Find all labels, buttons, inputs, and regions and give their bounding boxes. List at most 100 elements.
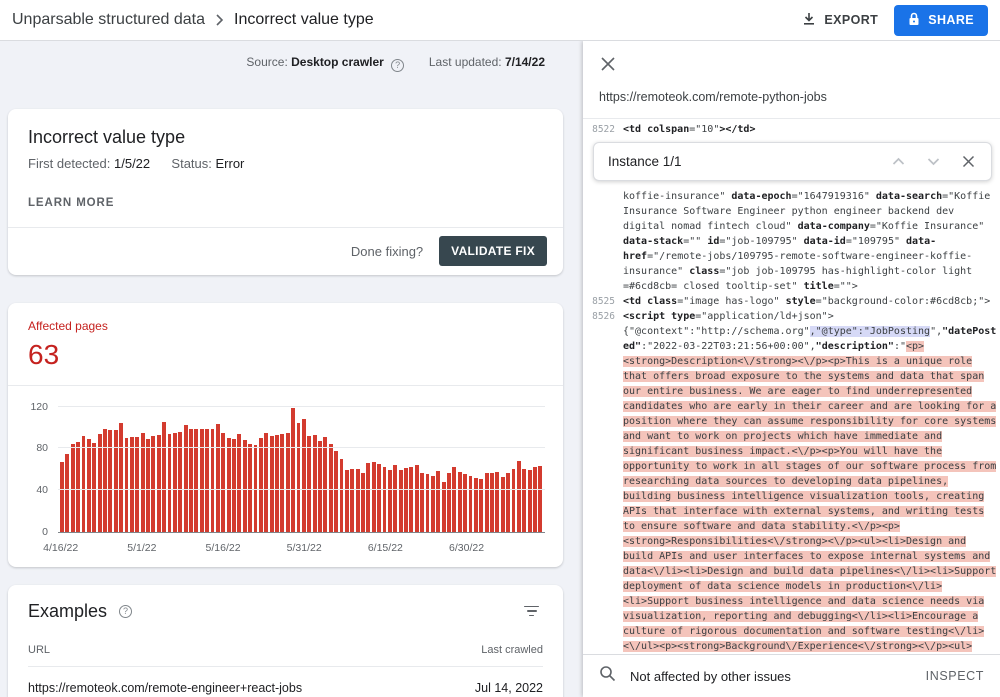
chart-bar bbox=[162, 422, 166, 531]
chart-plot-area: 040801204/16/225/1/225/16/225/31/226/15/… bbox=[58, 408, 545, 533]
inspect-button[interactable]: INSPECT bbox=[926, 669, 984, 683]
first-detected-value: 1/5/22 bbox=[114, 156, 150, 171]
close-panel-button[interactable] bbox=[598, 55, 618, 75]
help-icon[interactable]: ? bbox=[391, 59, 404, 72]
chart-bar bbox=[533, 467, 537, 532]
top-header: Unparsable structured data Incorrect val… bbox=[0, 0, 1000, 41]
affected-pages-label: Affected pages bbox=[28, 319, 543, 333]
chart-bar bbox=[345, 470, 349, 531]
issue-title: Incorrect value type bbox=[28, 127, 543, 148]
chart-bar bbox=[501, 477, 505, 531]
table-row[interactable]: https://remoteok.com/remote-engineer+rea… bbox=[28, 667, 543, 697]
search-icon bbox=[599, 665, 616, 687]
breadcrumb: Unparsable structured data Incorrect val… bbox=[12, 11, 374, 29]
url-inspection-panel: https://remoteok.com/remote-python-jobs … bbox=[583, 41, 1000, 697]
line-number: 8525 bbox=[589, 294, 623, 309]
chart-bar bbox=[92, 443, 96, 532]
chart-bar bbox=[366, 463, 370, 532]
chart-bar bbox=[108, 430, 112, 531]
chart-bar bbox=[194, 429, 198, 531]
chart-bar bbox=[506, 473, 510, 531]
chart-bar bbox=[388, 470, 392, 531]
learn-more-link[interactable]: LEARN MORE bbox=[28, 197, 114, 209]
chart-bar bbox=[356, 469, 360, 532]
report-meta: Source: Desktop crawler ? Last updated: … bbox=[0, 55, 545, 72]
chart-bar bbox=[125, 438, 129, 532]
issue-detail-card: Incorrect value type First detected: 1/5… bbox=[8, 109, 563, 275]
source-value: Desktop crawler bbox=[291, 55, 384, 69]
x-axis-tick-label: 5/16/22 bbox=[206, 542, 241, 554]
chart-bar bbox=[474, 478, 478, 531]
instance-counter: Instance 1/1 bbox=[608, 154, 682, 169]
source-code-viewer[interactable]: 8522<td colspan="10"></td> Instance 1/1 … bbox=[583, 119, 1000, 654]
next-instance-button[interactable] bbox=[925, 155, 942, 168]
panel-footer: Not affected by other issues INSPECT bbox=[583, 654, 1000, 697]
x-axis-tick-label: 5/1/22 bbox=[127, 542, 156, 554]
previous-instance-button[interactable] bbox=[890, 155, 907, 168]
chart-bar bbox=[297, 423, 301, 531]
chart-bar bbox=[522, 469, 526, 532]
y-axis-tick-label: 120 bbox=[14, 401, 48, 413]
filter-icon[interactable] bbox=[520, 602, 543, 621]
export-label: EXPORT bbox=[824, 13, 878, 27]
export-button[interactable]: EXPORT bbox=[802, 12, 878, 29]
chart-bar bbox=[227, 438, 231, 532]
last-updated-label: Last updated: bbox=[429, 55, 502, 69]
code-line: 8526<script type="application/ld+json"> bbox=[589, 309, 1000, 324]
chart-bar bbox=[426, 474, 430, 531]
issue-subtitle: First detected: 1/5/22 Status: Error bbox=[28, 156, 543, 171]
chart-bar bbox=[119, 423, 123, 531]
x-axis-tick-label: 5/31/22 bbox=[287, 542, 322, 554]
chart-bar bbox=[463, 474, 467, 531]
chart-bar bbox=[458, 472, 462, 531]
close-instance-finder-button[interactable] bbox=[960, 153, 977, 170]
chart-bar bbox=[495, 472, 499, 531]
chart-bar bbox=[232, 439, 236, 532]
chart-bar bbox=[184, 425, 188, 531]
help-icon[interactable]: ? bbox=[119, 605, 132, 618]
last-updated-value: 7/14/22 bbox=[505, 55, 545, 69]
y-axis-tick-label: 40 bbox=[14, 484, 48, 496]
status-label: Status: bbox=[171, 156, 211, 171]
chart-bar bbox=[436, 471, 440, 531]
chart-bar bbox=[146, 439, 150, 532]
share-label: SHARE bbox=[928, 13, 974, 27]
chart-bar bbox=[323, 437, 327, 532]
validate-fix-button[interactable]: VALIDATE FIX bbox=[439, 236, 547, 266]
examples-card: Examples ? URL Last crawled https://remo… bbox=[8, 585, 563, 697]
chart-bar bbox=[377, 464, 381, 532]
source-label: Source: bbox=[246, 55, 287, 69]
chart-bar bbox=[87, 439, 91, 532]
breadcrumb-parent-link[interactable]: Unparsable structured data bbox=[12, 11, 205, 29]
chart-bar bbox=[517, 461, 521, 532]
page-title: Incorrect value type bbox=[234, 11, 374, 29]
line-number bbox=[589, 324, 623, 654]
chart-bar bbox=[248, 444, 252, 532]
status-value: Error bbox=[216, 156, 245, 171]
examples-title: Examples bbox=[28, 601, 107, 622]
chart-bar bbox=[307, 436, 311, 532]
chart-bar bbox=[420, 473, 424, 531]
share-button[interactable]: SHARE bbox=[894, 5, 988, 36]
header-actions: EXPORT SHARE bbox=[802, 5, 988, 36]
chart-bar bbox=[383, 467, 387, 532]
chart-bar bbox=[361, 473, 365, 531]
x-axis-tick-label: 6/15/22 bbox=[368, 542, 403, 554]
y-axis-tick-label: 80 bbox=[14, 442, 48, 454]
chart-bar bbox=[431, 476, 435, 531]
chart-bar bbox=[479, 479, 483, 531]
chart-bar bbox=[60, 462, 64, 532]
chart-bar bbox=[71, 444, 75, 532]
chart-bar bbox=[211, 429, 215, 531]
chart-gridline bbox=[58, 489, 545, 490]
chart-bar bbox=[469, 476, 473, 531]
chart-bar bbox=[490, 473, 494, 531]
chart-bar bbox=[280, 434, 284, 532]
example-last-crawled: Jul 14, 2022 bbox=[475, 681, 543, 695]
chart-bar bbox=[237, 434, 241, 532]
x-axis-tick-label: 4/16/22 bbox=[43, 542, 78, 554]
y-axis-tick-label: 0 bbox=[14, 526, 48, 538]
other-issues-status: Not affected by other issues bbox=[630, 669, 912, 684]
example-url[interactable]: https://remoteok.com/remote-engineer+rea… bbox=[28, 681, 302, 695]
line-number: 8522 bbox=[589, 122, 623, 137]
